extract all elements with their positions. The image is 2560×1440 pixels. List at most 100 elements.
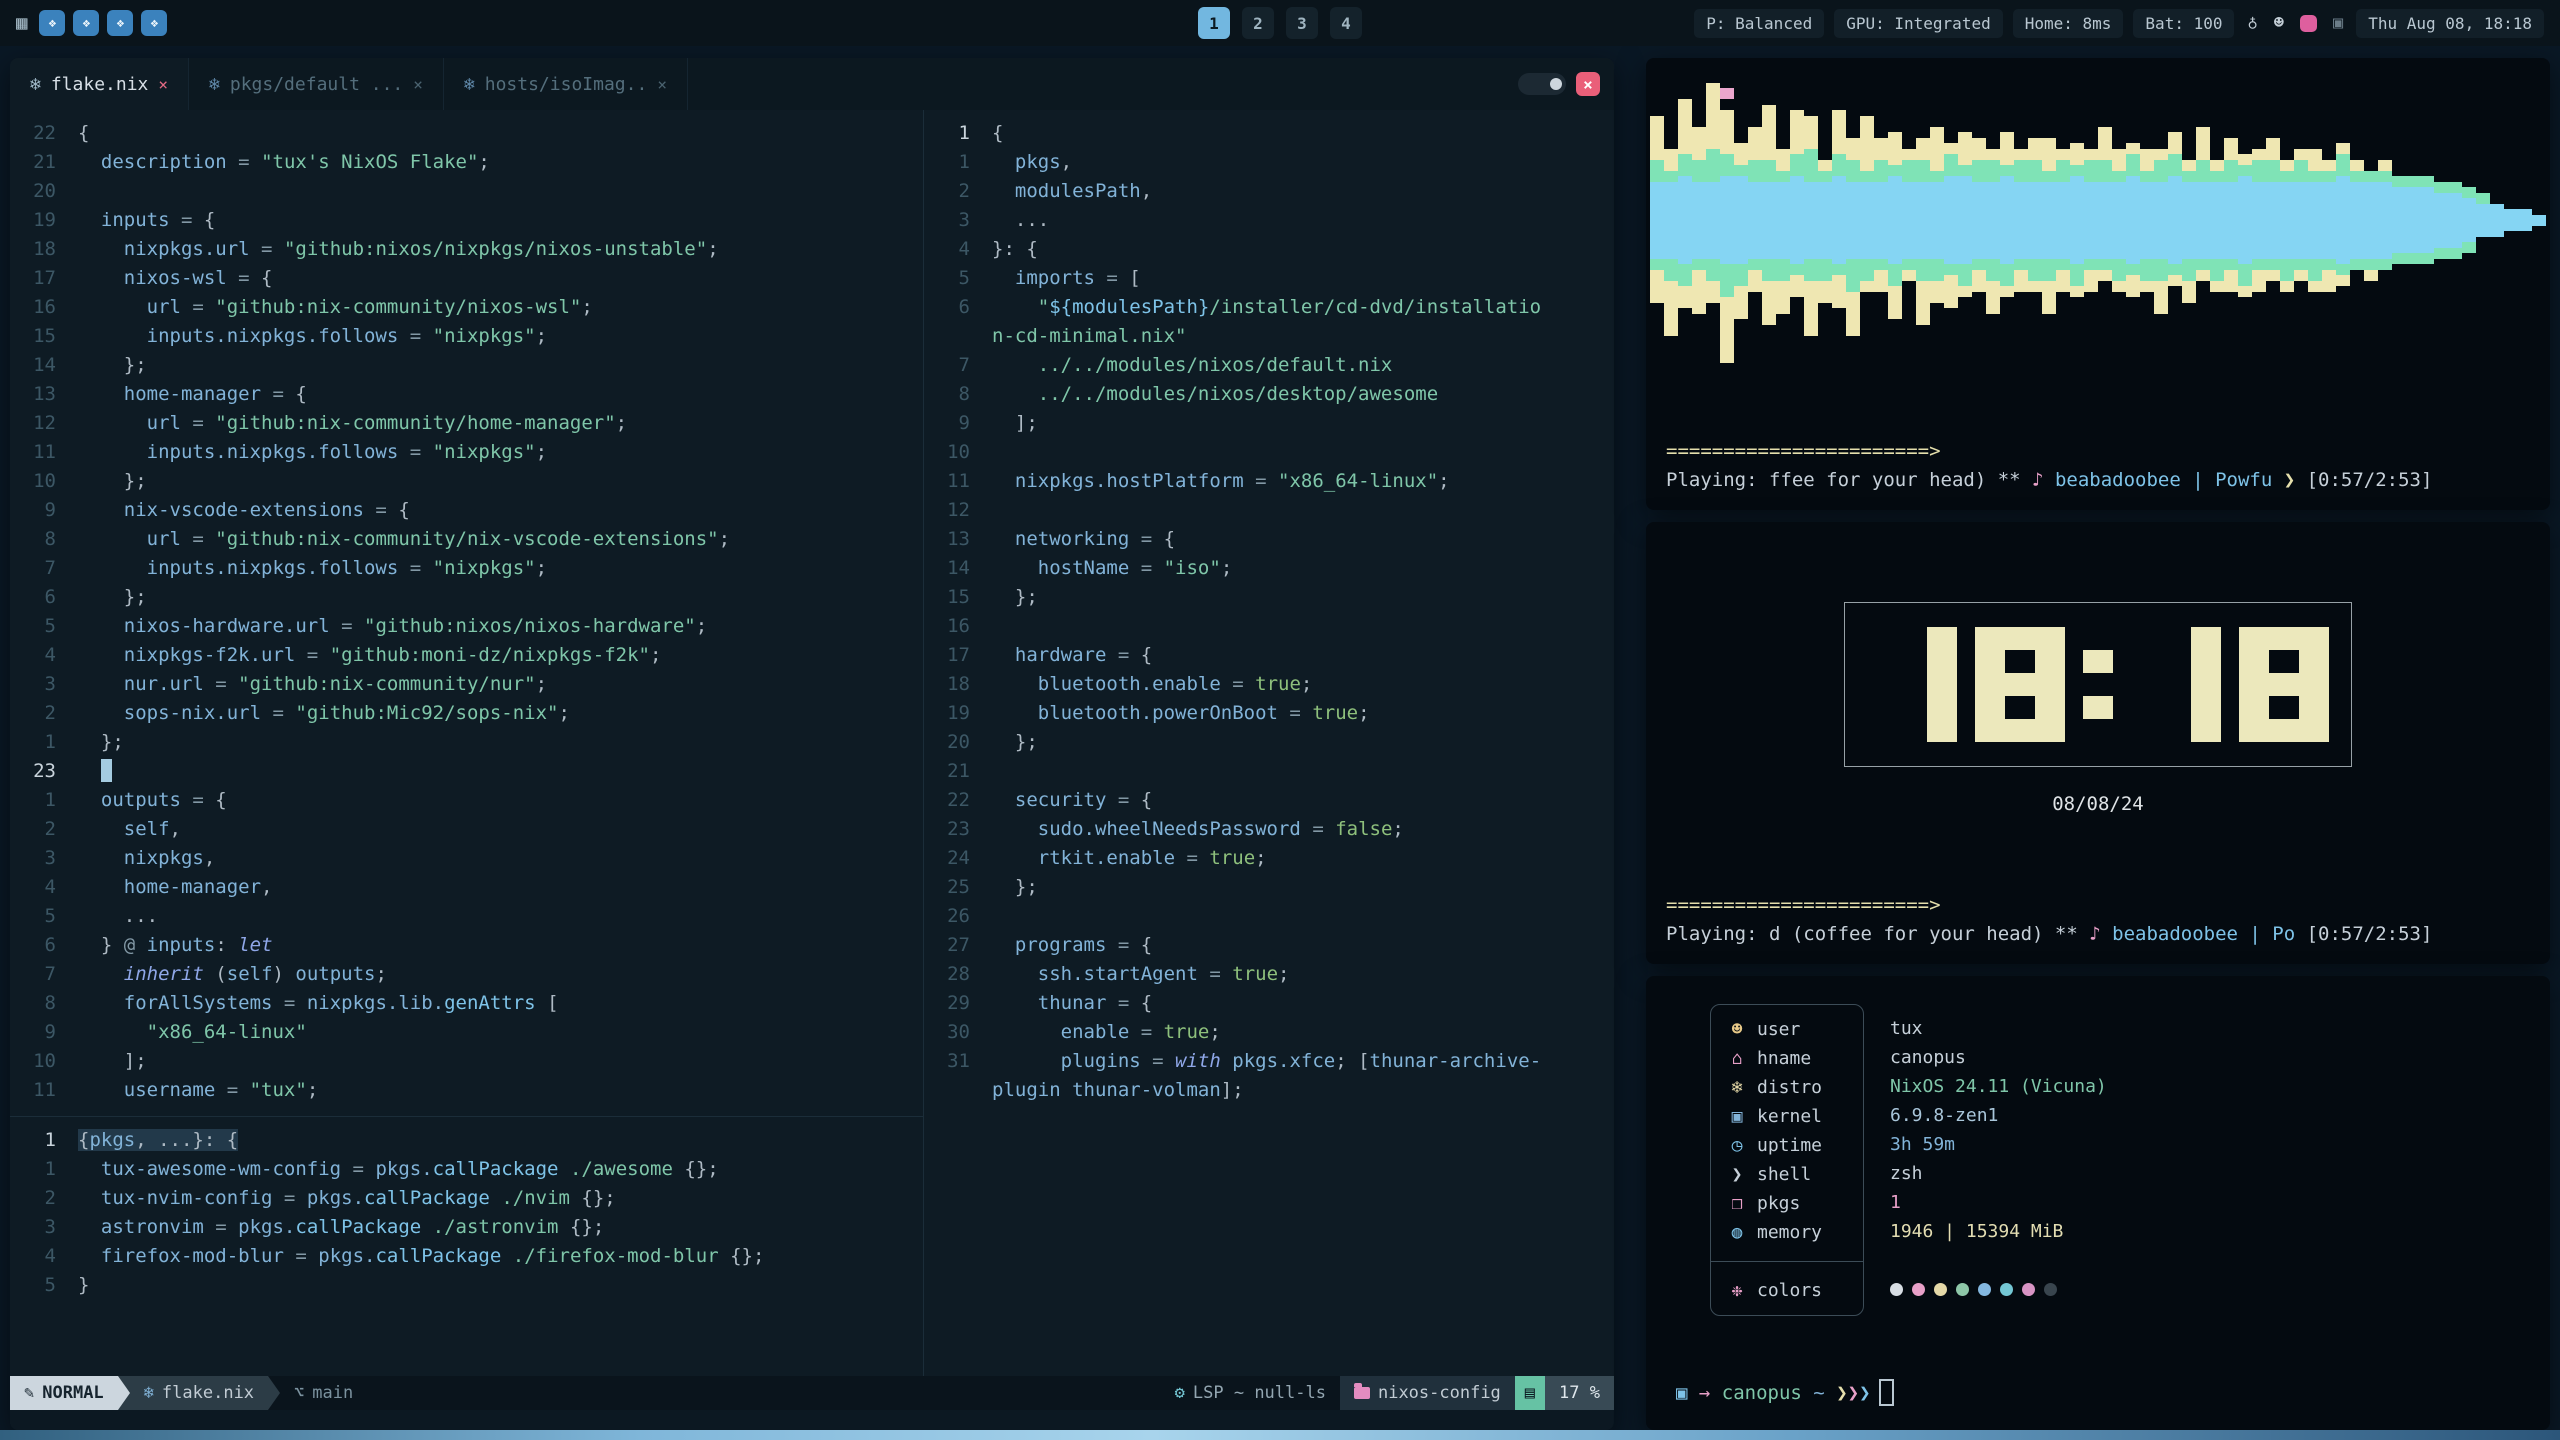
code-line[interactable]: 21 xyxy=(924,756,1614,785)
titlebar-toggle-button[interactable] xyxy=(1518,73,1566,95)
code-line[interactable]: 2 tux-nvim-config = pkgs.callPackage ./n… xyxy=(10,1183,923,1212)
code-line[interactable]: 6 }; xyxy=(10,582,923,611)
code-line[interactable]: 1 tux-awesome-wm-config = pkgs.callPacka… xyxy=(10,1154,923,1183)
app-launcher-icon[interactable]: ▦ xyxy=(16,12,27,34)
command-line[interactable] xyxy=(10,1410,1614,1430)
code-line[interactable]: 3 nur.url = "github:nix-community/nur"; xyxy=(10,669,923,698)
code-line[interactable]: 19 inputs = { xyxy=(10,205,923,234)
code-line[interactable]: 6 } @ inputs: let xyxy=(10,930,923,959)
code-line[interactable]: 16 xyxy=(924,611,1614,640)
network-icon[interactable]: ♁ xyxy=(2247,13,2257,33)
code-line[interactable]: 28 ssh.startAgent = true; xyxy=(924,959,1614,988)
code-line[interactable]: 30 enable = true; xyxy=(924,1017,1614,1046)
code-line[interactable]: 2 sops-nix.url = "github:Mic92/sops-nix"… xyxy=(10,698,923,727)
code-line[interactable]: 10 }; xyxy=(10,466,923,495)
code-line[interactable]: 1{ xyxy=(924,118,1614,147)
code-line[interactable]: 9 nix-vscode-extensions = { xyxy=(10,495,923,524)
code-line[interactable]: 6 "${modulesPath}/installer/cd-dvd/insta… xyxy=(924,292,1614,321)
code-line[interactable]: 10 xyxy=(924,437,1614,466)
code-line[interactable]: n-cd-minimal.nix" xyxy=(924,321,1614,350)
taskbar-app-4-icon[interactable]: ❖ xyxy=(141,10,167,36)
code-line[interactable]: 17 hardware = { xyxy=(924,640,1614,669)
code-line[interactable]: 5 nixos-hardware.url = "github:nixos/nix… xyxy=(10,611,923,640)
code-line[interactable]: 7 inherit (self) outputs; xyxy=(10,959,923,988)
clock-window[interactable]: 08/08/24 =======================> Playin… xyxy=(1646,522,2550,964)
code-line[interactable]: 15 inputs.nixpkgs.follows = "nixpkgs"; xyxy=(10,321,923,350)
code-line[interactable]: 17 nixos-wsl = { xyxy=(10,263,923,292)
taskbar-app-1-icon[interactable]: ❖ xyxy=(39,10,65,36)
code-line[interactable]: 3 astronvim = pkgs.callPackage ./astronv… xyxy=(10,1212,923,1241)
code-line[interactable]: 20 xyxy=(10,176,923,205)
workspace-tag-3[interactable]: 3 xyxy=(1286,7,1318,39)
git-branch[interactable]: ⌥ main xyxy=(280,1376,367,1410)
window-close-button[interactable]: × xyxy=(1576,72,1600,96)
code-line[interactable]: 11 inputs.nixpkgs.follows = "nixpkgs"; xyxy=(10,437,923,466)
code-line[interactable]: 29 thunar = { xyxy=(924,988,1614,1017)
workspace-tag-4[interactable]: 4 xyxy=(1330,7,1362,39)
code-line[interactable]: 14 hostName = "iso"; xyxy=(924,553,1614,582)
code-line[interactable]: 9 "x86_64-linux" xyxy=(10,1017,923,1046)
code-line[interactable]: 3 ... xyxy=(924,205,1614,234)
code-line[interactable]: 21 description = "tux's NixOS Flake"; xyxy=(10,147,923,176)
code-line[interactable]: 8 forAllSystems = nixpkgs.lib.genAttrs [ xyxy=(10,988,923,1017)
code-line[interactable]: 14 }; xyxy=(10,350,923,379)
code-line[interactable]: 22 security = { xyxy=(924,785,1614,814)
code-line[interactable]: 13 networking = { xyxy=(924,524,1614,553)
code-line[interactable]: 4 firefox-mod-blur = pkgs.callPackage ./… xyxy=(10,1241,923,1270)
code-line[interactable]: 5 ... xyxy=(10,901,923,930)
code-line[interactable]: 18 bluetooth.enable = true; xyxy=(924,669,1614,698)
code-line[interactable]: 7 ../../modules/nixos/default.nix xyxy=(924,350,1614,379)
code-line[interactable]: 1 }; xyxy=(10,727,923,756)
tab-flake-nix[interactable]: ❄flake.nix× xyxy=(10,58,189,110)
code-line[interactable]: 3 nixpkgs, xyxy=(10,843,923,872)
code-line[interactable]: 1{pkgs, ...}: { xyxy=(10,1125,923,1154)
shell-prompt[interactable]: ▣ → canopus ~ ❯❯❯ xyxy=(1676,1379,1894,1406)
code-line[interactable]: 2 modulesPath, xyxy=(924,176,1614,205)
code-line[interactable]: 12 xyxy=(924,495,1614,524)
code-line[interactable]: 8 url = "github:nix-community/nix-vscode… xyxy=(10,524,923,553)
code-line[interactable]: 31 plugins = with pkgs.xfce; [thunar-arc… xyxy=(924,1046,1614,1075)
code-line[interactable]: 18 nixpkgs.url = "github:nixos/nixpkgs/n… xyxy=(10,234,923,263)
tab-pkgs-default-[interactable]: ❄pkgs/default ...× xyxy=(189,58,444,110)
code-line[interactable]: 1 outputs = { xyxy=(10,785,923,814)
code-line[interactable]: 13 home-manager = { xyxy=(10,379,923,408)
code-line[interactable]: 23 xyxy=(10,756,923,785)
taskbar-app-2-icon[interactable]: ❖ xyxy=(73,10,99,36)
code-line[interactable]: 20 }; xyxy=(924,727,1614,756)
workspace-tag-1[interactable]: 1 xyxy=(1198,7,1230,39)
tab-hosts-isoimag-[interactable]: ❄hosts/isoImag..× xyxy=(444,58,688,110)
editor-pane-iso-image[interactable]: 1{1 pkgs,2 modulesPath,3 ...4}: {5 impor… xyxy=(924,110,1614,1104)
code-line[interactable]: 8 ../../modules/nixos/desktop/awesome xyxy=(924,379,1614,408)
fetch-terminal-window[interactable]: ☻user⌂hname❄distro▣kernel◷uptime❯shell❒p… xyxy=(1646,976,2550,1430)
code-line[interactable]: 23 sudo.wheelNeedsPassword = false; xyxy=(924,814,1614,843)
code-line[interactable]: 4 home-manager, xyxy=(10,872,923,901)
editor-pane-flake[interactable]: 22{21 description = "tux's NixOS Flake";… xyxy=(10,110,923,1116)
code-line[interactable]: 16 url = "github:nix-community/nixos-wsl… xyxy=(10,292,923,321)
ghost-icon[interactable]: ☻ xyxy=(2274,13,2284,33)
taskbar-app-3-icon[interactable]: ❖ xyxy=(107,10,133,36)
code-line[interactable]: 24 rtkit.enable = true; xyxy=(924,843,1614,872)
screenshot-icon[interactable]: ▣ xyxy=(2333,13,2343,33)
music-visualizer-window[interactable]: =======================> Playing: ffee f… xyxy=(1646,58,2550,510)
tab-close-icon[interactable]: × xyxy=(158,75,168,94)
editor-pane-pkgs-default[interactable]: 1{pkgs, ...}: {1 tux-awesome-wm-config =… xyxy=(10,1116,923,1376)
code-line[interactable]: plugin thunar-volman]; xyxy=(924,1075,1614,1104)
code-line[interactable]: 4 nixpkgs-f2k.url = "github:moni-dz/nixp… xyxy=(10,640,923,669)
code-line[interactable]: 5} xyxy=(10,1270,923,1299)
code-line[interactable]: 7 inputs.nixpkgs.follows = "nixpkgs"; xyxy=(10,553,923,582)
code-line[interactable]: 19 bluetooth.powerOnBoot = true; xyxy=(924,698,1614,727)
code-line[interactable]: 9 ]; xyxy=(924,408,1614,437)
code-line[interactable]: 11 nixpkgs.hostPlatform = "x86_64-linux"… xyxy=(924,466,1614,495)
code-line[interactable]: 2 self, xyxy=(10,814,923,843)
code-line[interactable]: 1 pkgs, xyxy=(924,147,1614,176)
code-line[interactable]: 22{ xyxy=(10,118,923,147)
code-line[interactable]: 26 xyxy=(924,901,1614,930)
code-line[interactable]: 10 ]; xyxy=(10,1046,923,1075)
code-line[interactable]: 15 }; xyxy=(924,582,1614,611)
code-line[interactable]: 4}: { xyxy=(924,234,1614,263)
code-line[interactable]: 11 username = "tux"; xyxy=(10,1075,923,1104)
recording-icon[interactable] xyxy=(2300,15,2317,32)
code-line[interactable]: 5 imports = [ xyxy=(924,263,1614,292)
workspace-tag-2[interactable]: 2 xyxy=(1242,7,1274,39)
tab-close-icon[interactable]: × xyxy=(413,75,423,94)
